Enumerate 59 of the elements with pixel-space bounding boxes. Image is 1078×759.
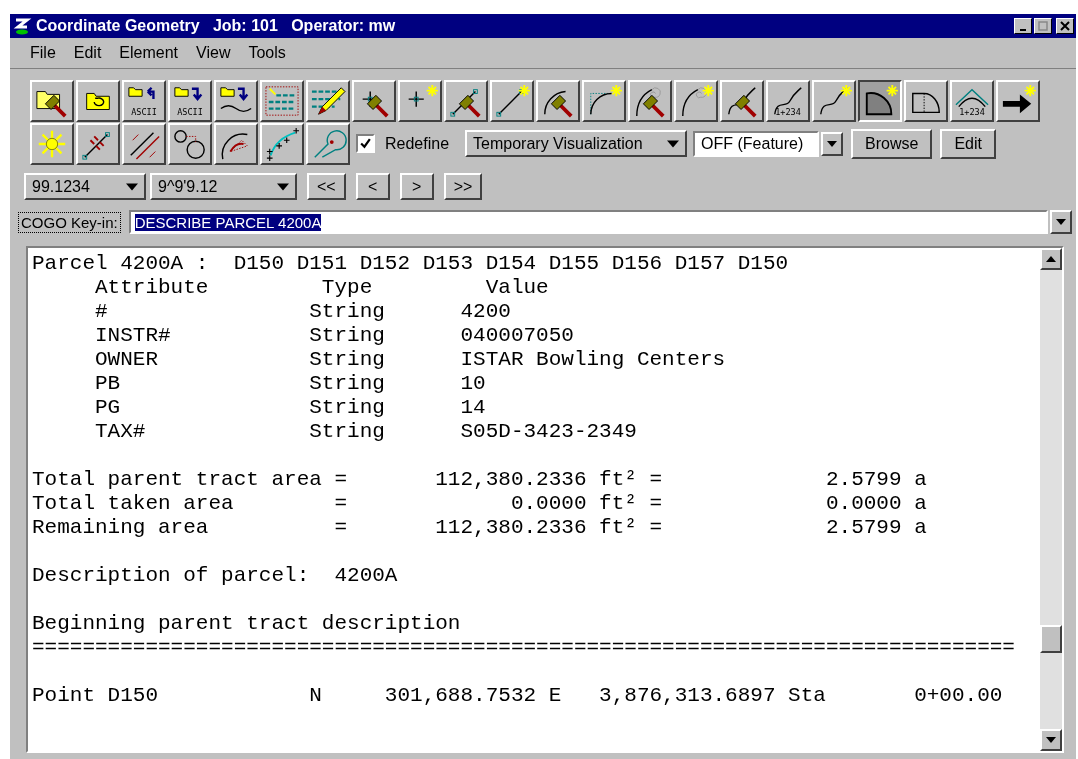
navigation-button[interactable]: > — [399, 173, 434, 200]
minimize-icon — [1020, 29, 1026, 31]
menu-item[interactable]: Element — [119, 44, 179, 62]
output-line: PB String 10 — [94, 372, 487, 396]
minimize-button[interactable] — [1014, 18, 1032, 34]
dropdown-arrow-button[interactable] — [821, 131, 844, 156]
up-arrow-icon — [1046, 256, 1056, 262]
feature-combobox[interactable]: OFF (Feature) — [693, 130, 820, 157]
dropdown-arrow-icon — [827, 140, 838, 147]
menu-item[interactable]: Tools — [248, 44, 286, 62]
maximize-icon — [1038, 21, 1048, 31]
dropdown-arrow-icon — [667, 139, 680, 148]
keyin-field[interactable]: DESCRIBE PARCEL 4200A — [128, 210, 1048, 234]
navigation-button[interactable]: << — [307, 173, 346, 200]
toolbar-button[interactable] — [858, 79, 902, 122]
navigation-button[interactable]: >> — [443, 173, 483, 200]
output-line: Remaining area = 112,380.2336 ft² = 2.5799 a — [32, 516, 928, 540]
angle-format-dropdown[interactable]: 9^9'9.12 — [150, 173, 297, 200]
dropdown-arrow-icon — [126, 182, 138, 191]
output-line: Parcel 4200A : D150 D151 D152 D153 D154 D155 D156 D157 D150 — [32, 252, 790, 276]
close-icon — [1060, 21, 1070, 31]
close-button[interactable] — [1056, 18, 1074, 34]
checkbox[interactable] — [356, 134, 375, 153]
checkbox-label[interactable]: Redefine — [385, 134, 450, 153]
output-line: Point D150 N 301,688.7532 E 3,876,313.6897 Sta 0+00.00 — [32, 684, 1004, 708]
visualization-dropdown[interactable]: Temporary Visualization — [465, 130, 688, 157]
output-line: Attribute Type Value — [94, 276, 550, 300]
output-line: TAX# String S05D-3423-2349 — [94, 420, 638, 444]
push-button[interactable]: Browse — [851, 128, 933, 159]
distance-format-dropdown[interactable]: 99.1234 — [24, 173, 146, 200]
output-line: # String 4200 — [94, 300, 512, 324]
line-star-icon — [493, 83, 531, 118]
dropdown-arrow-icon — [1056, 219, 1066, 225]
menu-item[interactable]: File — [30, 44, 56, 62]
output-line: INSTR# String 040007050 — [94, 324, 575, 348]
output-line: Total parent tract area = 112,380.2336 ft² = 2.5799 a — [32, 468, 928, 492]
dropdown-arrow-button[interactable] — [1050, 210, 1072, 234]
menu-item[interactable]: Edit — [73, 44, 102, 62]
push-button[interactable]: Edit — [940, 128, 996, 159]
output-line: Beginning parent tract description — [32, 612, 462, 636]
down-arrow-icon — [1046, 737, 1056, 743]
dotted-grid-icon — [263, 83, 301, 118]
output-line: PG String 14 — [94, 396, 487, 420]
output-line: ============================================================================== — [32, 636, 1016, 660]
output-line: OWNER String ISTAR Bowling Centers — [94, 348, 727, 372]
maximize-button[interactable] — [1034, 18, 1052, 34]
scrollbar-thumb[interactable] — [1040, 625, 1062, 653]
checkmark-icon — [359, 137, 372, 150]
scroll-up-button[interactable] — [1040, 248, 1062, 270]
dropdown-arrow-icon — [277, 182, 289, 191]
keyin-label: COGO Key-in: — [18, 211, 121, 233]
window-title: Coordinate Geometry Job: 101 Operator: mw — [36, 17, 397, 35]
navigation-button[interactable]: < — [355, 173, 390, 200]
output-line: Description of parcel: 4200A — [32, 564, 399, 588]
scrollbar[interactable] — [1040, 248, 1062, 751]
menu-item[interactable]: View — [196, 44, 231, 62]
scroll-down-button[interactable] — [1040, 729, 1062, 751]
output-line: Total taken area = 0.0000 ft² = 0.0000 a — [32, 492, 928, 516]
app-logo-icon — [12, 16, 32, 36]
